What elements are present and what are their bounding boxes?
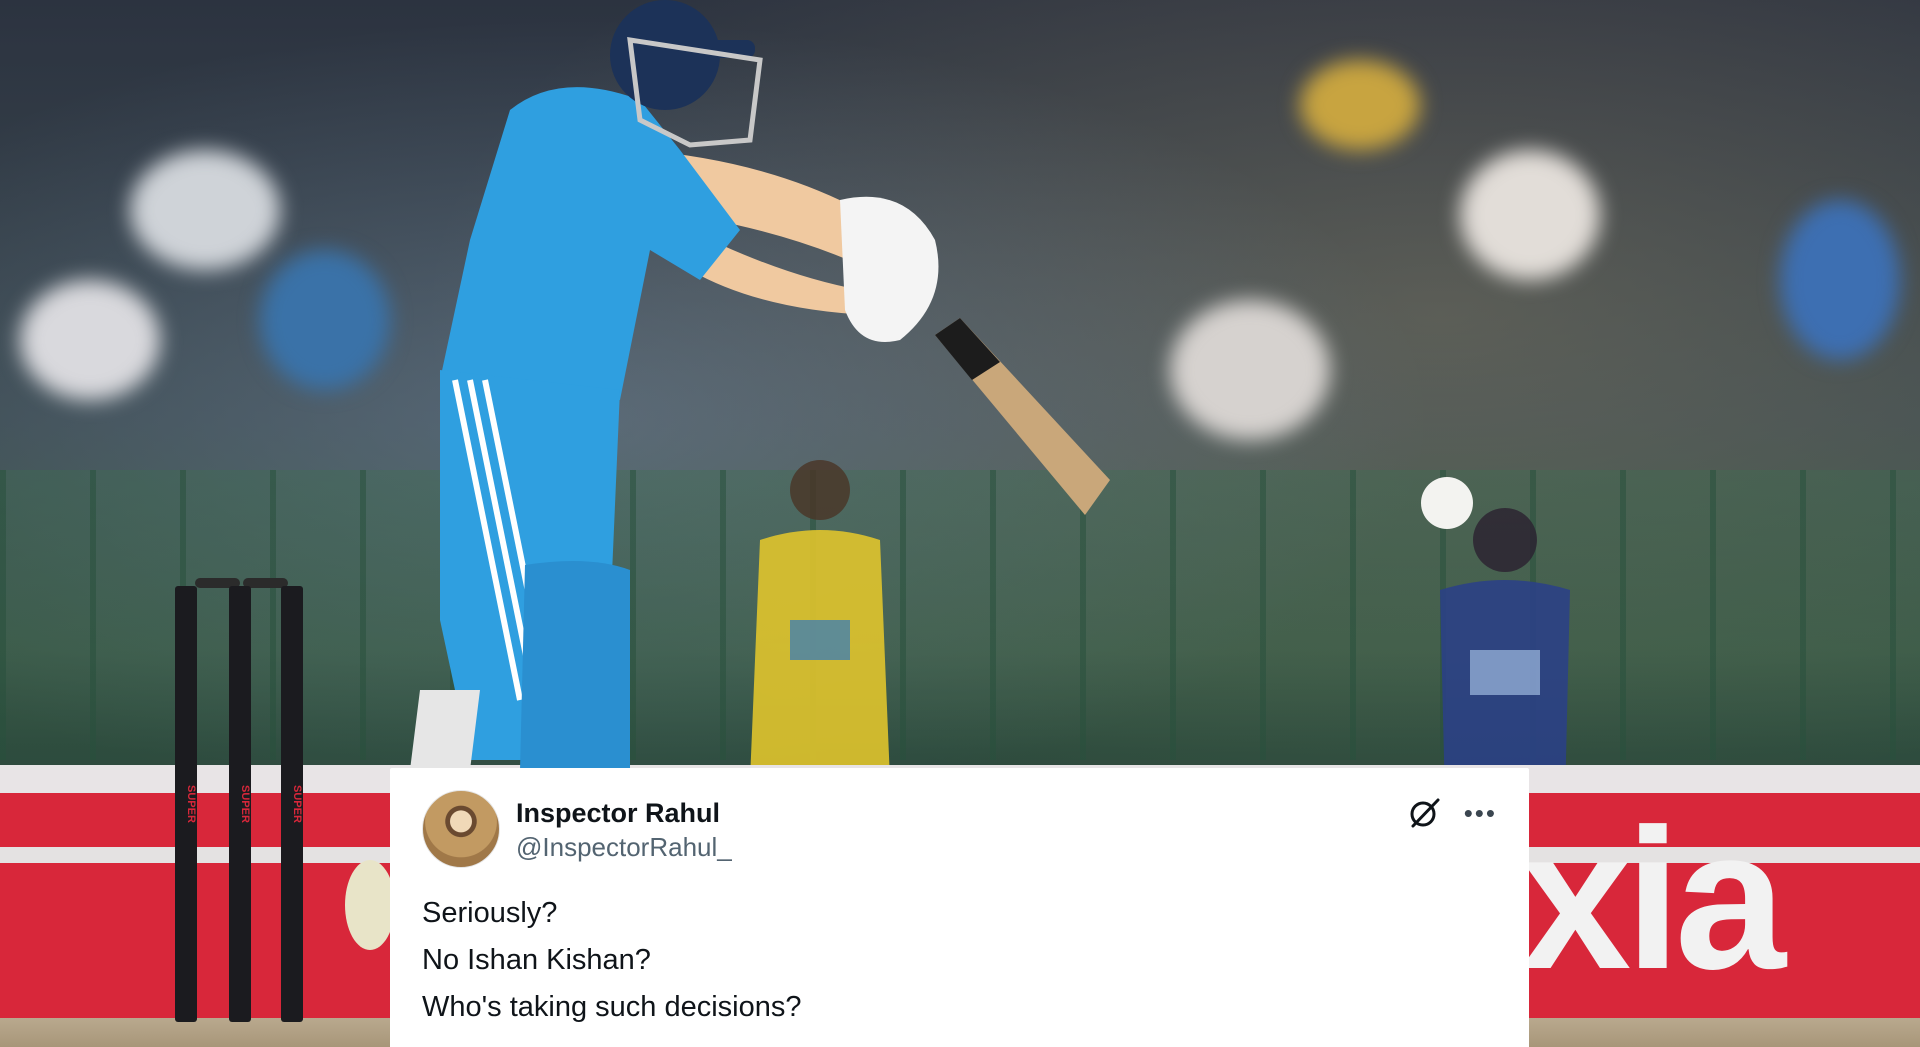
tweet-card[interactable]: Inspector Rahul @InspectorRahul_ ••• Ser… [390,768,1529,1047]
tweet-line: Seriously? [422,897,558,929]
grok-icon[interactable] [1408,796,1442,830]
tweet-header: Inspector Rahul @InspectorRahul_ ••• [422,790,1497,868]
tweet-line: Who's taking such decisions? [422,991,802,1023]
tweet-text: Seriously? No Ishan Kishan? Who's taking… [422,890,1497,1031]
author-handle[interactable]: @InspectorRahul_ [516,830,732,864]
author-name[interactable]: Inspector Rahul [516,796,732,830]
tweet-actions: ••• [1408,796,1497,830]
tweet-line: No Ishan Kishan? [422,944,651,976]
author-avatar[interactable] [422,790,500,868]
more-options-icon[interactable]: ••• [1464,800,1497,826]
author-info: Inspector Rahul @InspectorRahul_ [516,796,732,864]
